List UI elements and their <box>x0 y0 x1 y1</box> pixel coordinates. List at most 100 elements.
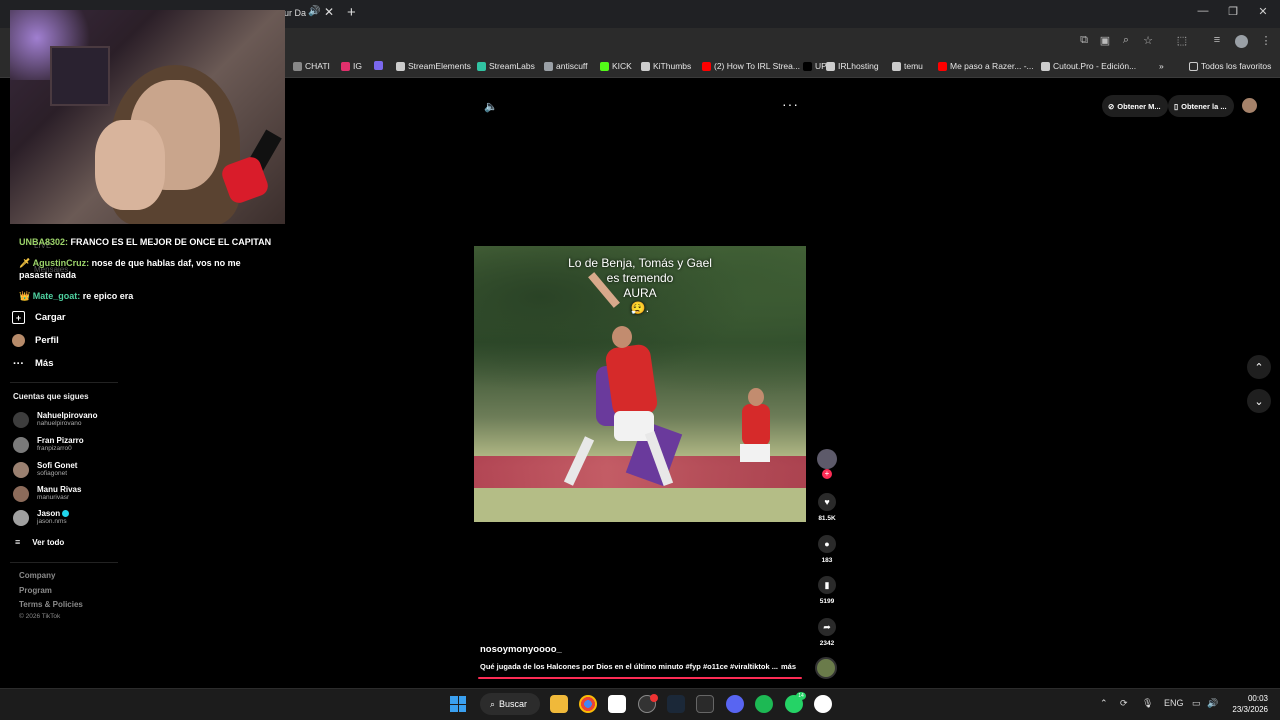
like-button[interactable]: ♥ 81.5K <box>818 493 836 522</box>
follow-plus-icon[interactable]: + <box>822 469 832 479</box>
following-account[interactable]: Sofi Gonet sofiagonet <box>13 461 77 478</box>
cast-icon[interactable]: ▣ <box>1098 34 1112 47</box>
tab-title[interactable]: ur Da <box>284 8 306 18</box>
chat-text: nose de que hablas daf, vos no me <box>91 258 241 268</box>
heart-icon: ♥ <box>818 493 836 511</box>
bookmark-item[interactable]: KICK <box>600 61 632 71</box>
tab-audio-icon[interactable]: 🔊 <box>308 6 320 20</box>
bookmark-star-icon[interactable]: ☆ <box>1141 34 1155 47</box>
windows-start-icon[interactable] <box>450 696 466 712</box>
search-icon: ⌕ <box>490 698 496 709</box>
more-options-icon[interactable]: ··· <box>782 96 799 112</box>
extensions-icon[interactable]: ⬚ <box>1175 34 1189 47</box>
all-bookmarks[interactable]: Todos los favoritos <box>1189 61 1271 71</box>
next-video-button[interactable]: ⌄ <box>1247 389 1271 413</box>
video-username[interactable]: nosoymonyoooo_ <box>480 644 562 655</box>
discord-icon[interactable] <box>726 695 744 713</box>
following-account[interactable]: Nahuelpirovano nahuelpirovano <box>13 411 97 428</box>
following-account[interactable]: Manu Rivas manurivasr <box>13 485 81 502</box>
taskbar-search[interactable]: ⌕ Buscar <box>480 693 540 715</box>
bookmark-item[interactable]: (2) How To IRL Strea... <box>702 61 800 71</box>
chat-message: UNBA8302: FRANCO ES EL MEJOR DE ONCE EL … <box>19 237 271 247</box>
bookmark-label: antiscuff <box>556 61 588 71</box>
tray-overflow-icon[interactable]: ⌃ <box>1100 698 1108 709</box>
menu-icon[interactable]: ⋮ <box>1259 34 1273 47</box>
like-count: 81.5K <box>818 515 836 522</box>
account-handle: sofiagonet <box>37 470 67 477</box>
capcut-icon[interactable] <box>608 695 626 713</box>
bookmark-label: StreamLabs <box>489 61 535 71</box>
bookmark-favicon-icon <box>477 61 486 71</box>
caption-line: AURA <box>623 286 657 300</box>
player-head <box>612 326 632 348</box>
spotify-icon[interactable] <box>755 695 773 713</box>
upload-icon: + <box>12 311 25 324</box>
bookmark-favicon-icon <box>600 61 609 71</box>
zoom-icon[interactable]: ⌕ <box>1119 34 1133 47</box>
volume-tray-icon[interactable]: 🔊 <box>1207 698 1218 709</box>
bookmark-favicon-icon <box>803 61 812 71</box>
see-all-link[interactable]: ≡ Ver todo <box>15 537 64 547</box>
bookmark-item[interactable]: Me paso a Razer... -... <box>938 61 1034 71</box>
player-shorts <box>740 444 770 462</box>
epic-games-icon[interactable] <box>696 695 714 713</box>
bookmarks-overflow-icon[interactable]: » <box>1159 61 1164 71</box>
chrome-icon[interactable] <box>579 695 597 713</box>
footer-link-company[interactable]: Company <box>19 571 55 580</box>
translate-icon[interactable]: ⧉ <box>1077 34 1091 47</box>
chat-username: Mate_goat: <box>32 291 81 301</box>
new-tab-button[interactable]: + <box>347 4 356 21</box>
bookmark-item[interactable]: StreamLabs <box>477 61 535 71</box>
steam-icon[interactable] <box>667 695 685 713</box>
minimize-icon[interactable]: — <box>1193 5 1213 17</box>
sidebar-item-upload[interactable]: + Cargar <box>12 311 66 324</box>
bookmark-item[interactable]: IRLhosting <box>826 61 879 71</box>
bookmark-label: IG <box>353 61 362 71</box>
bookmark-item[interactable] <box>374 61 386 70</box>
chat-message: 🗡 AgustinCruz: nose de que hablas daf, v… <box>19 258 241 269</box>
network-sync-icon[interactable]: ⟳ <box>1120 698 1128 709</box>
more-description-link[interactable]: más <box>781 662 796 671</box>
video-progress-bar[interactable] <box>478 677 802 679</box>
bookmark-item[interactable]: CHATI <box>293 61 330 71</box>
system-clock[interactable]: 00:03 23/3/2026 <box>1222 693 1268 715</box>
restore-icon[interactable]: ❐ <box>1223 5 1243 18</box>
footer-link-program[interactable]: Program <box>19 586 52 595</box>
app-c-icon[interactable] <box>814 695 832 713</box>
creator-avatar[interactable] <box>817 449 837 469</box>
comment-button[interactable]: ● 183 <box>818 535 836 564</box>
bookmark-item[interactable]: KiThumbs <box>641 61 691 71</box>
footer-link-terms[interactable]: Terms & Policies <box>19 600 83 609</box>
bookmark-item[interactable]: temu <box>892 61 923 71</box>
bookmark-item[interactable]: IG <box>341 61 362 71</box>
following-account[interactable]: Fran Pizarro franpizarro0 <box>13 436 84 453</box>
tab-close-icon[interactable]: ✕ <box>324 5 334 19</box>
chat-username: UNBA8302: <box>19 237 69 247</box>
player-head <box>748 388 764 406</box>
previous-video-button[interactable]: ⌃ <box>1247 355 1271 379</box>
bookmark-item[interactable]: antiscuff <box>544 61 588 71</box>
close-window-icon[interactable]: ✕ <box>1253 5 1273 18</box>
microphone-icon[interactable]: 🎙 <box>1142 698 1153 709</box>
video-player[interactable]: Lo de Benja, Tomás y Gael es tremendo AU… <box>474 246 806 522</box>
media-icon[interactable]: ≡ <box>1210 34 1224 46</box>
user-avatar[interactable] <box>1242 98 1257 113</box>
get-app-button[interactable]: ⊘ Obtener M... <box>1102 95 1168 117</box>
account-handle: jason.nms <box>37 518 67 525</box>
language-indicator[interactable]: ENG <box>1164 698 1184 708</box>
bookmark-item[interactable]: Cutout.Pro - Edición... <box>1041 61 1136 71</box>
whatsapp-badge: 14 <box>796 692 806 700</box>
volume-icon[interactable]: 🔈 <box>484 100 498 113</box>
sidebar-item-more[interactable]: ··· Más <box>12 357 53 370</box>
file-explorer-icon[interactable] <box>550 695 568 713</box>
display-icon[interactable]: ▭ <box>1192 698 1201 709</box>
music-disc-icon[interactable] <box>815 657 837 679</box>
profile-avatar[interactable] <box>1235 35 1248 48</box>
save-button[interactable]: ▮ 5199 <box>818 576 836 605</box>
share-button[interactable]: ➦ 2342 <box>818 618 836 647</box>
following-account[interactable]: Jason jason.nms <box>13 509 70 526</box>
sidebar-item-profile[interactable]: Perfil <box>12 334 59 347</box>
get-app2-button[interactable]: ▯ Obtener la ... <box>1168 95 1234 117</box>
bookmark-item[interactable]: StreamElements <box>396 61 471 71</box>
bookmark-item[interactable]: UP <box>803 61 827 71</box>
